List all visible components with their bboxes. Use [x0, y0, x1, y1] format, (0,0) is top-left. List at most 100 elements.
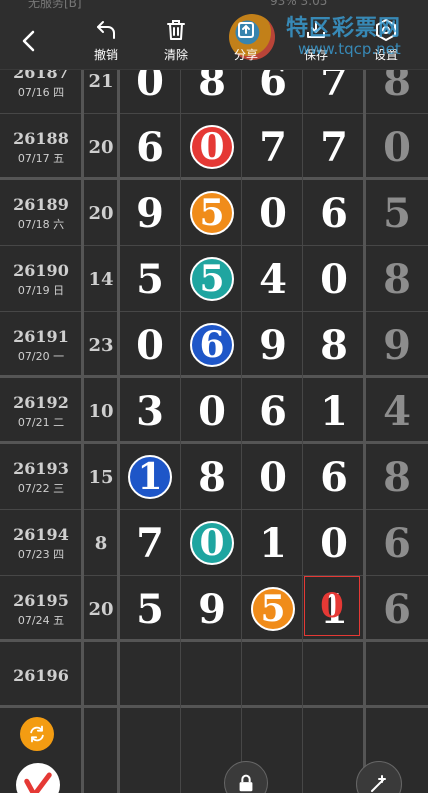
lock-button[interactable]	[224, 761, 268, 793]
pending-input-cell[interactable]: 0	[304, 576, 360, 636]
issue-number: 26195	[13, 590, 69, 610]
digit-cell[interactable]: 8	[182, 70, 242, 113]
issue-cell: 26188 07/17 五	[0, 114, 82, 180]
digit-cell[interactable]: 7	[120, 510, 180, 576]
trailing-digit-cell: 6	[383, 585, 411, 633]
issue-number: 26188	[13, 128, 69, 148]
watermark-title: 特区彩票网	[286, 16, 402, 41]
issue-date: 07/20 一	[17, 349, 65, 363]
issue-date: 07/22 三	[17, 481, 65, 495]
refresh-button[interactable]	[20, 717, 54, 751]
digit-cell[interactable]: 8	[304, 312, 364, 378]
highlight-ball: 0	[190, 125, 234, 169]
digit-cell[interactable]: 6	[243, 70, 303, 113]
share-button[interactable]: 分享	[216, 18, 276, 68]
issue-cell: 26190 07/19 日	[0, 246, 82, 312]
issue-number: 26194	[13, 524, 69, 544]
issue-cell: 26187 07/16 四	[0, 70, 82, 113]
brand-v-icon	[24, 772, 52, 793]
sum-cell: 20	[88, 598, 114, 620]
trash-icon	[167, 20, 185, 40]
digit-cell[interactable]: 6	[120, 114, 180, 180]
table-row: 26194 07/23 四870106	[0, 510, 428, 576]
table-row: 26187 07/16 四 21 0 8 6 7 8	[0, 70, 428, 114]
issue-number: 26187	[13, 70, 69, 82]
issue-date: 07/19 日	[17, 283, 65, 297]
sum-cell: 14	[88, 268, 114, 290]
digit-cell[interactable]: 0	[182, 378, 242, 444]
back-button[interactable]	[14, 26, 44, 56]
issue-cell: 26191 07/20 一	[0, 312, 82, 378]
issue-cell: 26192 07/21 二	[0, 378, 82, 444]
digit-cell[interactable]: 0	[243, 180, 303, 246]
issue-number: 26191	[13, 326, 69, 346]
digit-cell[interactable]: 9	[243, 312, 303, 378]
highlight-ball: 1	[128, 455, 172, 499]
issue-date: 07/24 五	[17, 613, 65, 627]
sum-cell: 10	[88, 400, 114, 422]
toolbar: 无服务[B] 93% 3:05 撤销 清除 分享 保存 设置 特区彩票网 www…	[0, 0, 428, 70]
trailing-digit-cell: 8	[383, 255, 411, 303]
digit-cell[interactable]: 5	[120, 576, 180, 642]
digit-cell[interactable]: 0	[182, 114, 242, 180]
digit-cell[interactable]: 6	[304, 444, 364, 510]
watermark-url: www.tqcp.net	[298, 40, 401, 58]
digit-cell[interactable]: 0	[120, 70, 180, 113]
digit-cell[interactable]: 7	[243, 114, 303, 180]
trailing-digit-cell: 5	[383, 189, 411, 237]
digit-cell[interactable]: 7	[304, 114, 364, 180]
digit-cell[interactable]: 6	[304, 180, 364, 246]
sum-cell: 15	[88, 466, 114, 488]
digit-cell[interactable]: 1	[243, 510, 303, 576]
trailing-digit-cell: 6	[383, 519, 411, 567]
table-row: 26191 07/20 一 23 0 6 9 8 9	[0, 312, 428, 378]
share-icon	[238, 22, 254, 38]
digit-cell[interactable]: 3	[120, 378, 180, 444]
digit-cell[interactable]: 1	[304, 378, 364, 444]
digit-cell[interactable]: 5	[182, 246, 242, 312]
highlight-ball: 0	[190, 521, 234, 565]
digit-cell[interactable]: 5	[243, 576, 303, 642]
highlight-ball: 5	[251, 587, 295, 631]
digit-cell[interactable]: 5	[120, 246, 180, 312]
issue-date: 07/23 四	[17, 547, 65, 561]
pending-row: 26196	[0, 642, 428, 708]
issue-cell: 26193 07/22 三	[0, 444, 82, 510]
digit-cell[interactable]: 7	[304, 70, 364, 113]
digit-cell[interactable]: 0	[182, 510, 242, 576]
issue-number: 26193	[13, 458, 69, 478]
table-row: 26190 07/19 日 14 5 5 4 0 8	[0, 246, 428, 312]
digit-cell[interactable]: 1	[120, 444, 180, 510]
digit-cell[interactable]: 9	[182, 576, 242, 642]
draw-tool-button[interactable]	[356, 761, 402, 793]
digit-cell[interactable]: 0	[243, 444, 303, 510]
trailing-digit-cell: 0	[383, 123, 411, 171]
digit-cell[interactable]: 6	[243, 378, 303, 444]
share-label: 分享	[233, 48, 258, 62]
trailing-digit-cell: 9	[383, 321, 411, 369]
refresh-icon	[30, 725, 44, 743]
digit-cell[interactable]: 0	[120, 312, 180, 378]
brand-logo-button[interactable]	[16, 763, 60, 793]
status-battery-time: 93% 3:05	[270, 0, 328, 8]
digit-cell[interactable]: 0	[304, 510, 364, 576]
digit-cell[interactable]: 8	[182, 444, 242, 510]
table-row: 26192 07/21 二 10 3 0 6 1 4	[0, 378, 428, 444]
issue-date: 07/17 五	[17, 151, 65, 165]
issue-cell: 26195 07/24 五	[0, 576, 82, 642]
undo-button[interactable]: 撤销	[76, 18, 136, 68]
bottom-controls	[0, 711, 428, 793]
highlight-ball: 6	[190, 323, 234, 367]
clear-button[interactable]: 清除	[146, 18, 206, 68]
digit-cell[interactable]: 9	[120, 180, 180, 246]
issue-number: 26192	[13, 392, 69, 412]
sum-cell: 8	[94, 532, 108, 554]
status-carrier: 无服务[B]	[28, 0, 82, 10]
digit-cell[interactable]: 0	[304, 246, 364, 312]
digit-cell[interactable]: 4	[243, 246, 303, 312]
trailing-digit-cell: 4	[383, 387, 411, 435]
digit-cell[interactable]: 6	[182, 312, 242, 378]
digit-cell[interactable]: 5	[182, 180, 242, 246]
table-row: 26195 07/24 五 20 5 9 5 1 6	[0, 576, 428, 642]
lock-icon	[239, 774, 253, 792]
